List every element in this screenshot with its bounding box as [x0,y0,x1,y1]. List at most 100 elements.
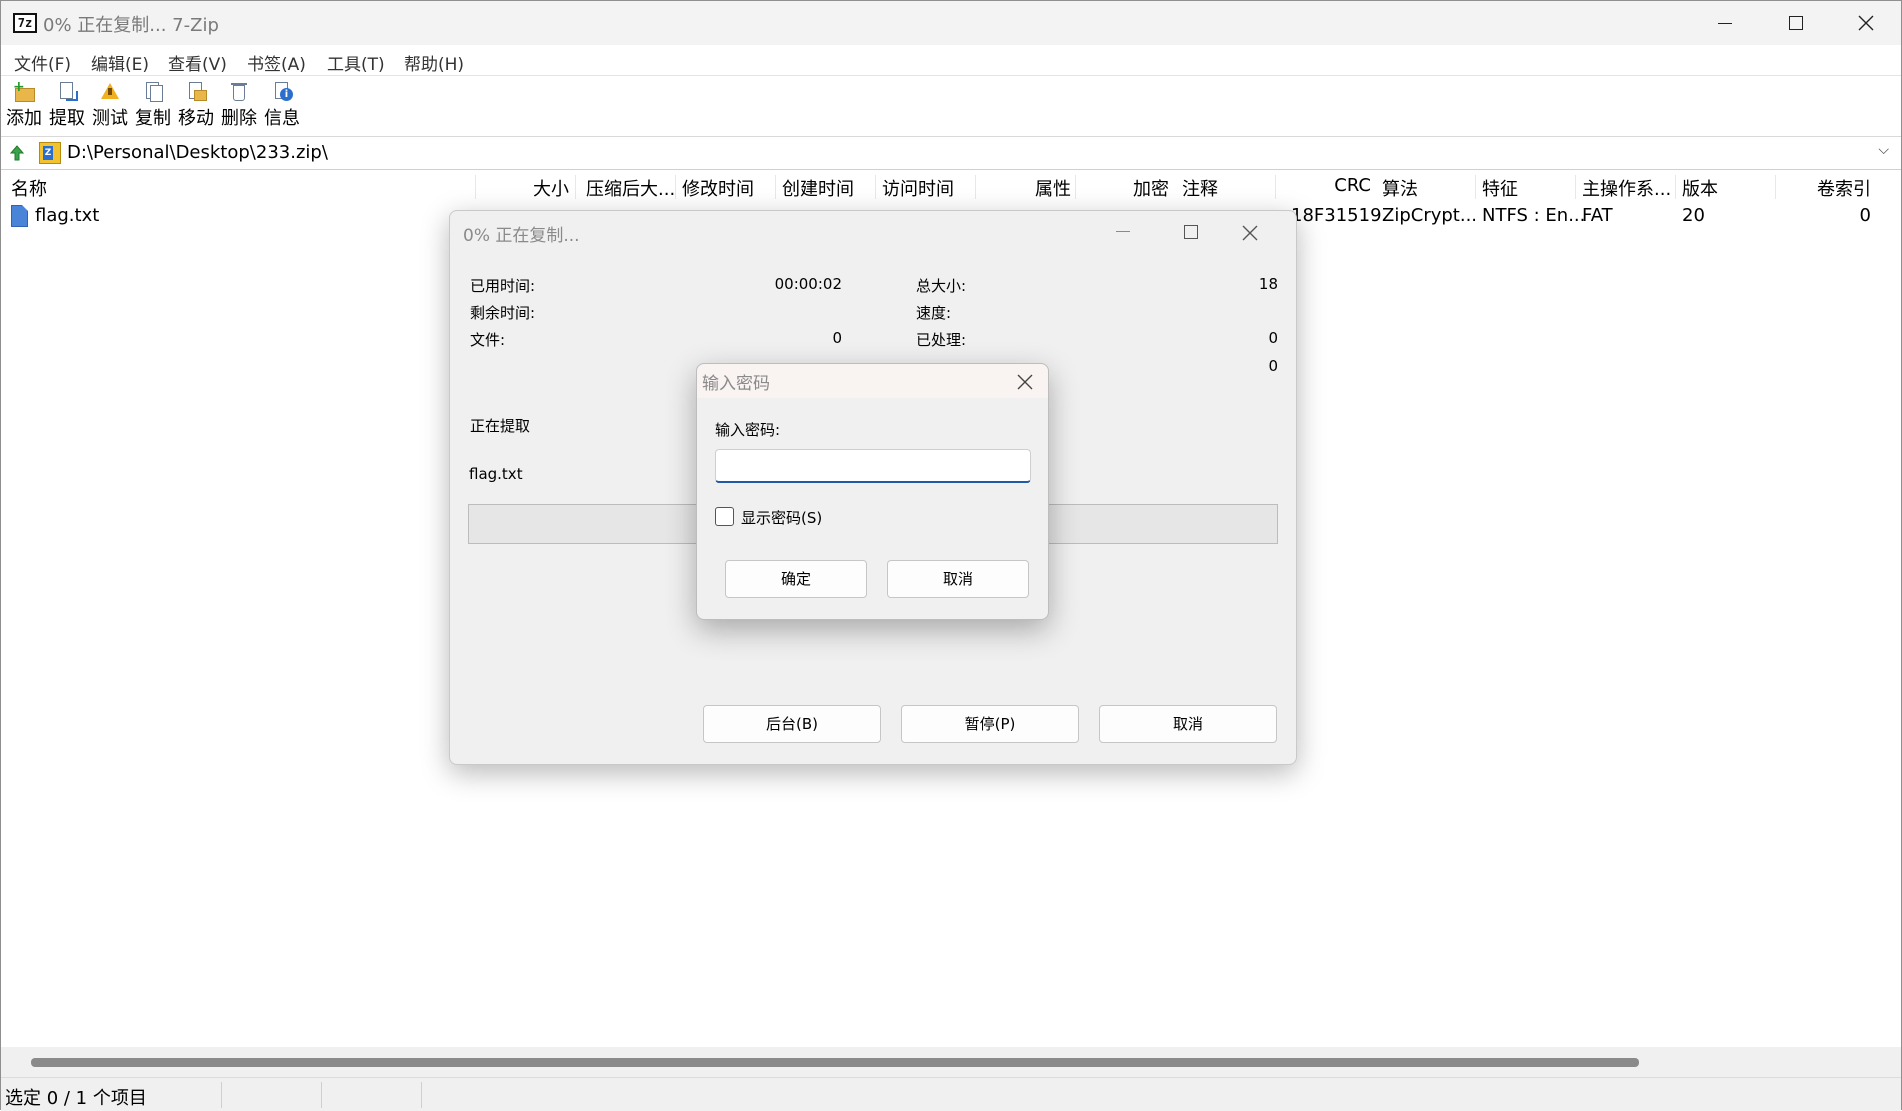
scrollbar-thumb[interactable] [31,1058,1639,1067]
show-password-label[interactable]: 显示密码(S) [741,507,822,528]
test-icon [99,81,121,103]
password-dialog: 输入密码 输入密码: 显示密码(S) 确定 取消 [696,363,1049,620]
menu-file[interactable]: 文件(F) [14,50,71,75]
password-input[interactable] [715,449,1031,483]
window-title: 0% 正在复制... 7-Zip [43,15,219,36]
elapsed-value: 00:00:02 [774,275,842,293]
col-volume-index[interactable]: 卷索引 [1801,175,1871,201]
move-button[interactable]: 移动 [176,79,216,135]
ok-button[interactable]: 确定 [725,560,867,598]
info-button[interactable]: i 信息 [262,79,302,135]
col-divider [575,175,576,199]
total-size-value: 18 [1258,275,1278,293]
password-dialog-title: 输入密码 [702,374,770,394]
show-password-checkbox[interactable] [715,507,734,526]
extract-button[interactable]: 提取 [47,79,87,135]
horizontal-scrollbar[interactable] [1,1047,1901,1077]
add-button[interactable]: + 添加 [4,79,44,135]
recycle-bin-icon [228,81,250,103]
col-encrypted[interactable]: 加密 [1101,175,1169,201]
status-divider [421,1082,422,1108]
toolbar: + 添加 提取 测试 复制 移动 删除 i 信息 [1,77,1901,137]
cancel-button[interactable]: 取消 [1099,705,1277,743]
col-name[interactable]: 名称 [11,175,47,201]
copy-icon [142,81,164,103]
pause-button[interactable]: 暂停(P) [901,705,1079,743]
col-divider [1075,175,1076,199]
col-comment[interactable]: 注释 [1182,175,1218,201]
copy-label: 复制 [135,108,171,129]
test-button[interactable]: 测试 [90,79,130,135]
file-crc: 18F31519 [1291,205,1382,226]
extract-label: 提取 [49,108,85,129]
close-icon[interactable] [1015,372,1035,392]
progress-close-icon[interactable] [1240,223,1260,243]
extract-icon [56,81,78,103]
col-characteristics[interactable]: 特征 [1482,175,1518,201]
status-divider [221,1082,222,1108]
file-method: ZipCrypt... [1382,205,1478,226]
menu-view[interactable]: 查看(V) [168,50,227,75]
col-crc[interactable]: CRC [1301,175,1371,196]
add-label: 添加 [6,108,42,129]
file-host-os: FAT [1582,205,1613,226]
delete-label: 删除 [221,108,257,129]
progress-dialog-title: 0% 正在复制... [463,226,580,246]
test-label: 测试 [92,108,128,129]
maximize-button[interactable] [1763,1,1829,45]
packed-value: 0 [1268,357,1278,375]
elapsed-label: 已用时间: [470,277,536,295]
menu-tools[interactable]: 工具(T) [327,50,385,75]
minimize-icon [1718,22,1732,24]
current-file: flag.txt [469,465,523,483]
info-icon: i [271,81,293,103]
processed-label: 已处理: [916,331,967,349]
col-divider [975,175,976,199]
col-accessed[interactable]: 访问时间 [882,175,954,201]
files-value: 0 [832,329,842,347]
col-attributes[interactable]: 属性 [1001,175,1071,201]
operation-label: 正在提取 [470,417,531,435]
col-packed-size[interactable]: 压缩后大... [586,175,675,201]
chevron-down-icon[interactable]: ⌵ [1878,142,1889,158]
password-dialog-titlebar: 输入密码 [697,364,1048,398]
progress-maximize-icon[interactable] [1184,225,1198,239]
up-folder-icon[interactable] [7,143,27,163]
menu-bookmarks[interactable]: 书签(A) [247,50,306,75]
delete-button[interactable]: 删除 [219,79,259,135]
selection-status: 选定 0 / 1 个项目 [5,1088,147,1109]
progress-minimize-icon[interactable] [1116,231,1130,232]
background-button[interactable]: 后台(B) [703,705,881,743]
file-version: 20 [1682,205,1705,226]
col-divider [875,175,876,199]
address-path[interactable]: D:\Personal\Desktop\233.zip\ [67,142,328,163]
col-created[interactable]: 创建时间 [782,175,854,201]
status-divider [321,1082,322,1108]
col-method[interactable]: 算法 [1382,175,1418,201]
info-label: 信息 [264,108,300,129]
col-version[interactable]: 版本 [1682,175,1718,201]
main-window: 7z 0% 正在复制... 7-Zip 文件(F) 编辑(E) 查看(V) 书签… [0,0,1902,1111]
copy-button[interactable]: 复制 [133,79,173,135]
file-characteristics: NTFS : En... [1482,205,1586,226]
col-modified[interactable]: 修改时间 [682,175,754,201]
col-host-os[interactable]: 主操作系... [1582,175,1671,201]
total-size-label: 总大小: [916,277,967,295]
speed-label: 速度: [916,304,952,322]
password-cancel-button[interactable]: 取消 [887,560,1029,598]
menu-edit[interactable]: 编辑(E) [91,50,149,75]
minimize-button[interactable] [1692,1,1758,45]
password-prompt: 输入密码: [715,421,781,439]
remaining-label: 剩余时间: [470,304,536,322]
col-divider [675,175,676,199]
col-divider [1575,175,1576,199]
processed-value: 0 [1268,329,1278,347]
menu-help[interactable]: 帮助(H) [404,50,464,75]
files-label: 文件: [470,331,506,349]
col-size[interactable]: 大小 [501,175,569,201]
col-divider [775,175,776,199]
col-divider [1775,175,1776,199]
col-divider [475,175,476,199]
close-button[interactable] [1833,1,1899,45]
add-icon: + [13,80,35,103]
